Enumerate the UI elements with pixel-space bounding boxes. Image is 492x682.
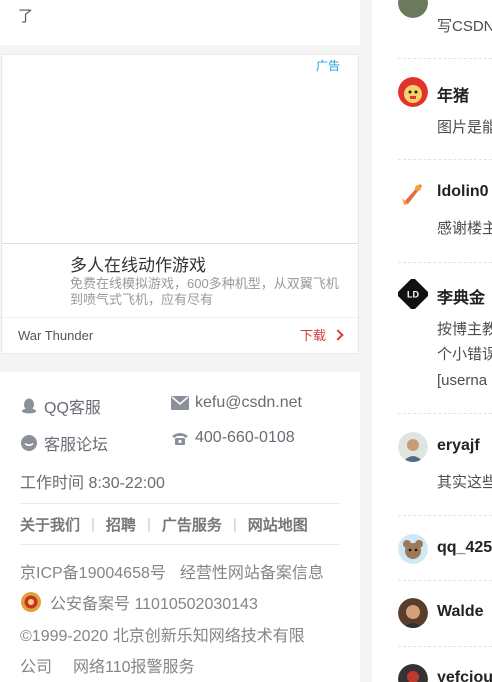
phone-icon — [172, 433, 188, 445]
comment-username[interactable]: yefciou — [437, 669, 492, 682]
ad-divider — [2, 243, 358, 244]
copyright-second-line: 公司 网络110报警服务 — [20, 653, 195, 677]
ad-service-link[interactable]: 广告服务 — [162, 514, 222, 535]
comment-text: 写CSDN — [437, 18, 492, 35]
comment-text: 图片是能 — [437, 119, 492, 136]
comments-panel: 写CSDN 年猪 图片是能 ldolin0 感谢楼主 LD 李典金 按博主教 个… — [372, 0, 492, 682]
avatar[interactable] — [398, 534, 428, 564]
comment-text: 感谢楼主 — [437, 220, 492, 237]
qq-service-label: QQ客服 — [44, 400, 101, 417]
link-separator: | — [91, 516, 95, 533]
comment-text-line: 按博主教 — [437, 321, 492, 338]
comment-text-line: [userna — [437, 372, 488, 389]
comment-username[interactable]: qq_425 — [437, 539, 492, 557]
avatar[interactable] — [398, 0, 428, 18]
article-fragment: 了 — [0, 0, 360, 45]
qq-service-link[interactable]: QQ客服 — [20, 394, 101, 418]
police-110-link[interactable]: 网络110报警服务 — [73, 659, 195, 676]
comment-username[interactable]: 年猪 — [437, 82, 469, 106]
avatar[interactable] — [398, 178, 428, 208]
ad-card[interactable]: 广告 多人在线动作游戏 免费在线模拟游戏，600多种机型，从双翼飞机到喷气式飞机… — [1, 54, 359, 354]
link-separator: | — [146, 516, 151, 533]
mail-icon — [171, 396, 189, 410]
ad-brand: War Thunder — [18, 328, 94, 343]
company-suffix: 公司 — [20, 659, 53, 676]
ad-image[interactable] — [2, 55, 358, 243]
chat-bubble-icon — [21, 435, 37, 451]
comment-separator — [398, 646, 492, 647]
download-button[interactable]: 下载 — [299, 325, 344, 344]
avatar[interactable] — [398, 77, 428, 107]
comment-text-line: 个小错误 — [437, 346, 492, 363]
service-forum-link[interactable]: 客服论坛 — [20, 431, 108, 455]
comment-username[interactable]: eryajf — [437, 437, 480, 455]
icp-link[interactable]: 京ICP备19004658号 — [20, 565, 166, 582]
chevron-right-icon — [332, 329, 344, 341]
icp-info-link[interactable]: 经营性网站备案信息 — [180, 565, 324, 582]
link-separator: | — [232, 516, 237, 533]
ad-badge: 广告 — [315, 59, 340, 73]
qq-icon — [22, 398, 36, 414]
ad-divider — [2, 317, 358, 318]
download-label: 下载 — [299, 328, 326, 343]
avatar[interactable] — [398, 664, 428, 682]
comment-separator — [398, 58, 492, 59]
ad-description: 免费在线模拟游戏，600多种机型，从双翼飞机到喷气式飞机，应有尽有 — [70, 276, 339, 307]
email-link[interactable]: kefu@csdn.net — [171, 394, 302, 412]
ad-title[interactable]: 多人在线动作游戏 — [70, 251, 206, 276]
sitemap-link[interactable]: 网站地图 — [248, 514, 308, 535]
footer-links: 关于我们 | 招聘 | 广告服务 | 网站地图 — [20, 514, 308, 535]
phone-link[interactable]: 400-660-0108 — [171, 429, 295, 447]
svg-text:LD: LD — [407, 290, 419, 300]
site-footer: QQ客服 kefu@csdn.net 客服论坛 400-660-0108 工作时… — [0, 372, 360, 682]
avatar[interactable] — [398, 432, 428, 462]
service-forum-label: 客服论坛 — [44, 437, 109, 454]
work-hours: 工作时间 8:30-22:00 — [20, 475, 165, 492]
avatar[interactable] — [398, 598, 428, 628]
comment-separator — [398, 580, 492, 581]
copyright: ©1999-2020 北京创新乐知网络技术有限 — [20, 628, 305, 645]
comment-text: 其实这些 — [437, 474, 492, 491]
police-record-link[interactable]: 公安备案号 11010502030143 — [50, 590, 258, 614]
left-column: 了 广告 多人在线动作游戏 免费在线模拟游戏，600多种机型，从双翼飞机到喷气式… — [0, 0, 360, 682]
about-us-link[interactable]: 关于我们 — [20, 514, 80, 535]
phone-number: 400-660-0108 — [195, 429, 295, 446]
avatar[interactable]: LD — [398, 279, 428, 309]
police-badge-icon — [21, 592, 41, 612]
comment-separator — [398, 515, 492, 516]
email-address: kefu@csdn.net — [195, 394, 302, 411]
comment-separator — [398, 262, 492, 263]
comment-username[interactable]: 李典金 — [437, 284, 485, 308]
comment-separator — [398, 159, 492, 160]
footer-divider — [20, 544, 340, 545]
police-record-row: 公安备案号 11010502030143 — [20, 590, 258, 614]
comment-separator — [398, 413, 492, 414]
icp-row: 京ICP备19004658号 经营性网站备案信息 — [20, 559, 324, 583]
comment-username[interactable]: Walde — [437, 603, 484, 621]
footer-divider — [20, 503, 340, 504]
jobs-link[interactable]: 招聘 — [106, 514, 136, 535]
article-fragment-text: 了 — [18, 8, 34, 25]
comment-username[interactable]: ldolin0 — [437, 183, 489, 201]
